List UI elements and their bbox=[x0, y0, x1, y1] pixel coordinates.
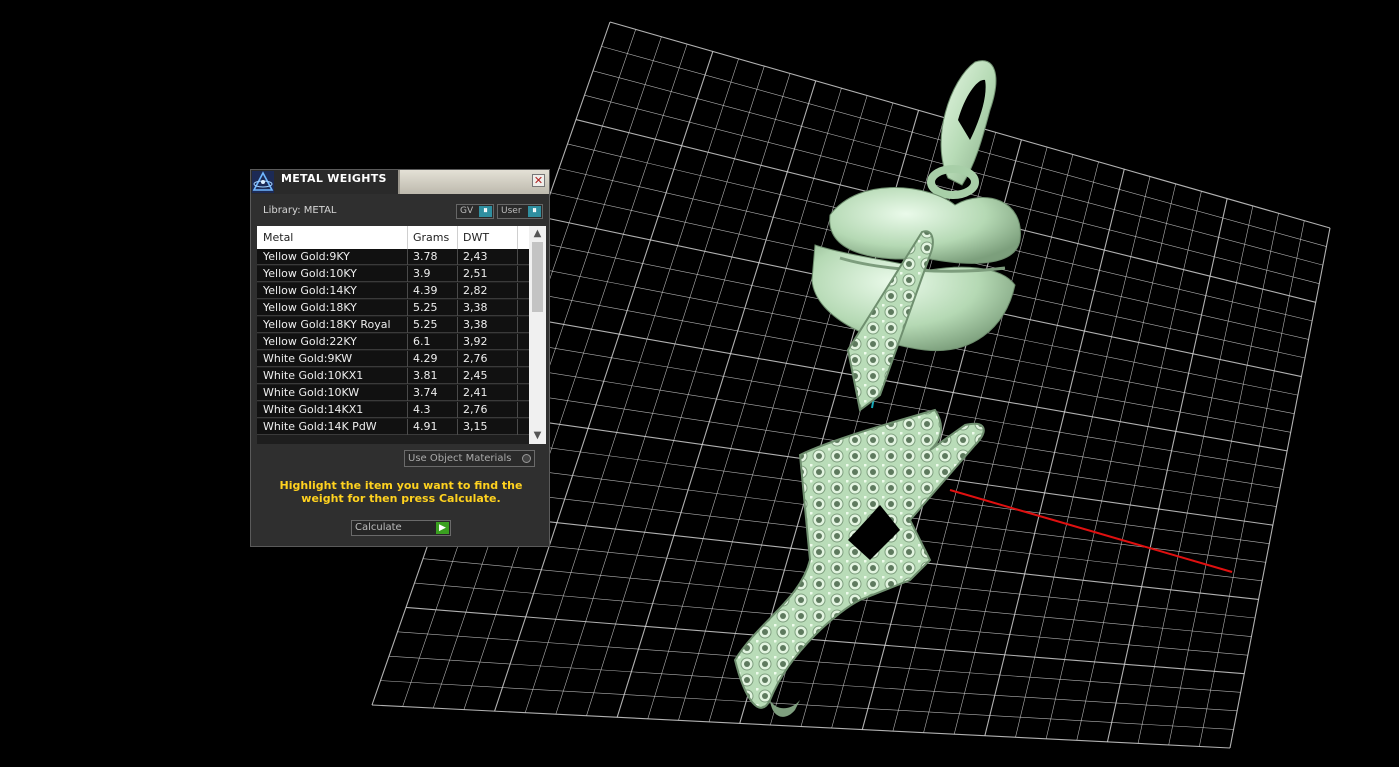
cell-dwt: 3,92 bbox=[463, 335, 488, 348]
instruction-text: Highlight the item you want to find the … bbox=[279, 479, 523, 505]
grid-line bbox=[1229, 227, 1331, 749]
column-header-dwt[interactable]: DWT bbox=[463, 231, 489, 244]
dialog-titlebar[interactable]: METAL WEIGHTS ✕ bbox=[251, 170, 549, 194]
cell-grams: 4.29 bbox=[413, 352, 438, 365]
cell-metal: Yellow Gold:22KY bbox=[263, 335, 357, 348]
play-arrow-icon: ▶ bbox=[436, 522, 449, 534]
cell-dwt: 2,43 bbox=[463, 250, 488, 263]
cell-dwt: 2,51 bbox=[463, 267, 488, 280]
table-row[interactable]: Yellow Gold:10KY 3.9 2,51 bbox=[257, 266, 529, 282]
cell-metal: White Gold:14K PdW bbox=[263, 420, 377, 433]
grid-line bbox=[1076, 191, 1202, 741]
cell-grams: 4.39 bbox=[413, 284, 438, 297]
table-row[interactable]: Yellow Gold:18KY Royal 5.25 3,38 bbox=[257, 317, 529, 333]
cell-grams: 3.9 bbox=[413, 267, 431, 280]
cell-grams: 4.3 bbox=[413, 403, 431, 416]
metal-weights-dialog: METAL WEIGHTS ✕ Library: METAL GV ⏸ User… bbox=[250, 169, 550, 547]
table-header: Metal Grams DWT bbox=[257, 226, 529, 249]
table-body: Yellow Gold:9KY 3.78 2,43 Yellow Gold:10KY 3… bbox=[257, 249, 529, 444]
table-row[interactable]: Yellow Gold:9KY 3.78 2,43 bbox=[257, 249, 529, 265]
grid-line bbox=[388, 655, 1238, 712]
cell-dwt: 2,76 bbox=[463, 403, 488, 416]
column-header-grams[interactable]: Grams bbox=[413, 231, 449, 244]
use-object-materials-toggle[interactable]: Use Object Materials bbox=[404, 450, 535, 467]
cell-dwt: 2,45 bbox=[463, 369, 488, 382]
close-icon: ✕ bbox=[533, 174, 544, 187]
cell-dwt: 2,76 bbox=[463, 352, 488, 365]
grid-line bbox=[397, 631, 1241, 693]
cell-dwt: 3,38 bbox=[463, 301, 488, 314]
table-row[interactable]: Yellow Gold:14KY 4.39 2,82 bbox=[257, 283, 529, 299]
scroll-up-icon[interactable]: ▲ bbox=[529, 226, 546, 242]
table-row[interactable]: White Gold:10KX1 3.81 2,45 bbox=[257, 368, 529, 384]
cell-metal: White Gold:14KX1 bbox=[263, 403, 364, 416]
scroll-down-icon[interactable]: ▼ bbox=[529, 428, 546, 444]
cell-dwt: 3,15 bbox=[463, 420, 488, 433]
grid-line bbox=[1015, 176, 1151, 738]
calculate-label: Calculate bbox=[355, 522, 402, 533]
cell-metal: Yellow Gold:18KY Royal bbox=[263, 318, 391, 331]
cell-metal: Yellow Gold:9KY bbox=[263, 250, 350, 263]
table-row[interactable]: White Gold:14K PdW 4.91 3,15 bbox=[257, 419, 529, 435]
cell-metal: Yellow Gold:18KY bbox=[263, 301, 357, 314]
grid-line bbox=[380, 680, 1234, 730]
grid-line bbox=[1199, 220, 1305, 747]
dialog-title: METAL WEIGHTS bbox=[281, 172, 387, 185]
toggle-icon: ⏸ bbox=[528, 206, 541, 217]
title-tab: METAL WEIGHTS bbox=[251, 170, 400, 194]
table-row[interactable]: Yellow Gold:22KY 6.1 3,92 bbox=[257, 334, 529, 350]
radio-icon bbox=[522, 454, 531, 463]
cell-dwt: 2,41 bbox=[463, 386, 488, 399]
grid-line bbox=[1045, 183, 1177, 739]
table-row[interactable]: White Gold:10KW 3.74 2,41 bbox=[257, 385, 529, 401]
close-button[interactable]: ✕ bbox=[532, 174, 545, 187]
use-object-materials-label: Use Object Materials bbox=[408, 453, 512, 464]
scroll-thumb[interactable] bbox=[532, 242, 543, 312]
cell-metal: Yellow Gold:10KY bbox=[263, 267, 357, 280]
cell-grams: 6.1 bbox=[413, 335, 431, 348]
gv-toggle-label: GV bbox=[460, 206, 474, 216]
grid-line bbox=[1168, 213, 1279, 745]
cell-grams: 5.25 bbox=[413, 318, 438, 331]
user-toggle-label: User bbox=[501, 206, 522, 216]
table-row[interactable]: Yellow Gold:18KY 5.25 3,38 bbox=[257, 300, 529, 316]
cell-metal: Yellow Gold:14KY bbox=[263, 284, 357, 297]
cell-dwt: 2,82 bbox=[463, 284, 488, 297]
cell-metal: White Gold:10KW bbox=[263, 386, 360, 399]
cell-grams: 4.91 bbox=[413, 420, 438, 433]
cell-dwt: 3,38 bbox=[463, 318, 488, 331]
cell-metal: White Gold:9KW bbox=[263, 352, 353, 365]
calculate-button[interactable]: Calculate ▶ bbox=[351, 520, 451, 536]
column-header-metal[interactable]: Metal bbox=[263, 231, 293, 244]
cell-metal: White Gold:10KX1 bbox=[263, 369, 364, 382]
pendant-model[interactable] bbox=[733, 60, 1021, 717]
bail bbox=[927, 60, 997, 199]
table-row[interactable]: White Gold:9KW 4.29 2,76 bbox=[257, 351, 529, 367]
toggle-icon: ⏸ bbox=[479, 206, 492, 217]
user-toggle[interactable]: User ⏸ bbox=[497, 204, 543, 219]
gv-toggle[interactable]: GV ⏸ bbox=[456, 204, 494, 219]
cell-grams: 5.25 bbox=[413, 301, 438, 314]
library-label: Library: METAL bbox=[263, 205, 337, 216]
app-logo-icon bbox=[252, 171, 274, 193]
3d-viewport[interactable] bbox=[0, 0, 1399, 767]
metal-table: Metal Grams DWT Yellow Gold:9KY 3.78 2,43 Y… bbox=[257, 226, 546, 444]
cell-grams: 3.74 bbox=[413, 386, 438, 399]
cell-grams: 3.81 bbox=[413, 369, 438, 382]
cell-grams: 3.78 bbox=[413, 250, 438, 263]
table-row[interactable]: White Gold:14KX1 4.3 2,76 bbox=[257, 402, 529, 418]
grid-line bbox=[1137, 205, 1254, 744]
table-scrollbar[interactable]: ▲ ▼ bbox=[529, 226, 546, 444]
grid-line bbox=[371, 704, 1231, 749]
